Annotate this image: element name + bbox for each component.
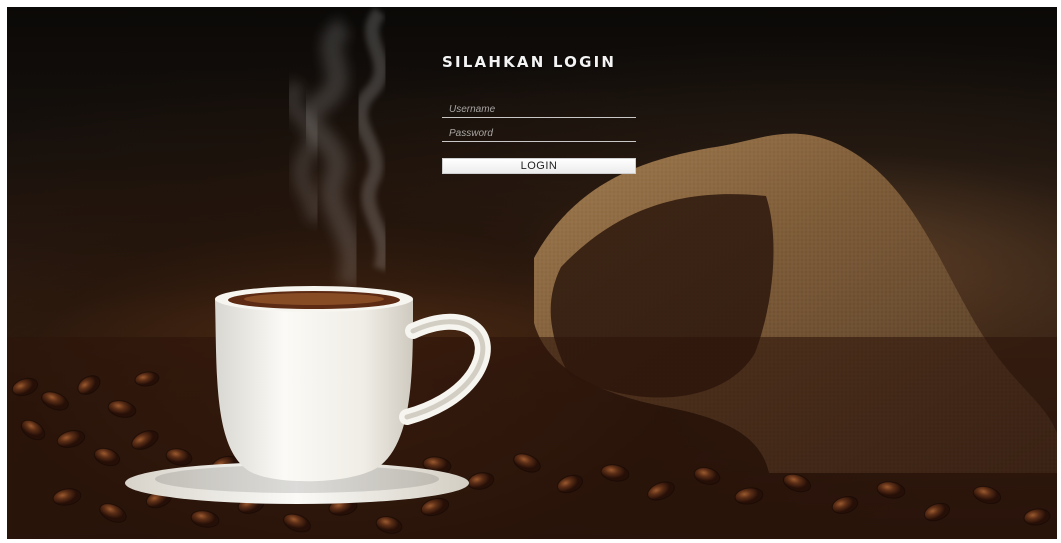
- login-screen: SILAHKAN LOGIN LOGIN: [7, 7, 1057, 539]
- login-panel: SILAHKAN LOGIN LOGIN: [442, 52, 638, 182]
- password-input[interactable]: [442, 124, 636, 143]
- table-glow: [7, 242, 1057, 402]
- login-title: SILAHKAN LOGIN: [442, 53, 617, 71]
- username-input[interactable]: [442, 100, 636, 119]
- password-field[interactable]: [442, 123, 636, 143]
- username-field[interactable]: [442, 99, 636, 119]
- login-button[interactable]: LOGIN: [442, 158, 636, 174]
